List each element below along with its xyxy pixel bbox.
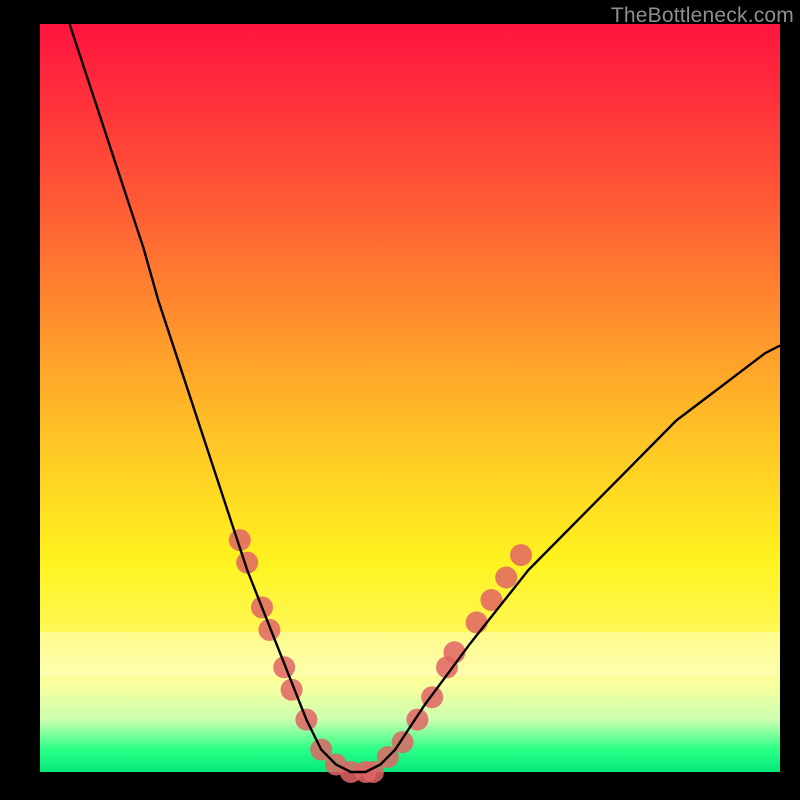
chart-frame: TheBottleneck.com bbox=[0, 0, 800, 800]
watermark-text: TheBottleneck.com bbox=[611, 4, 794, 28]
highlight-band bbox=[40, 632, 780, 676]
